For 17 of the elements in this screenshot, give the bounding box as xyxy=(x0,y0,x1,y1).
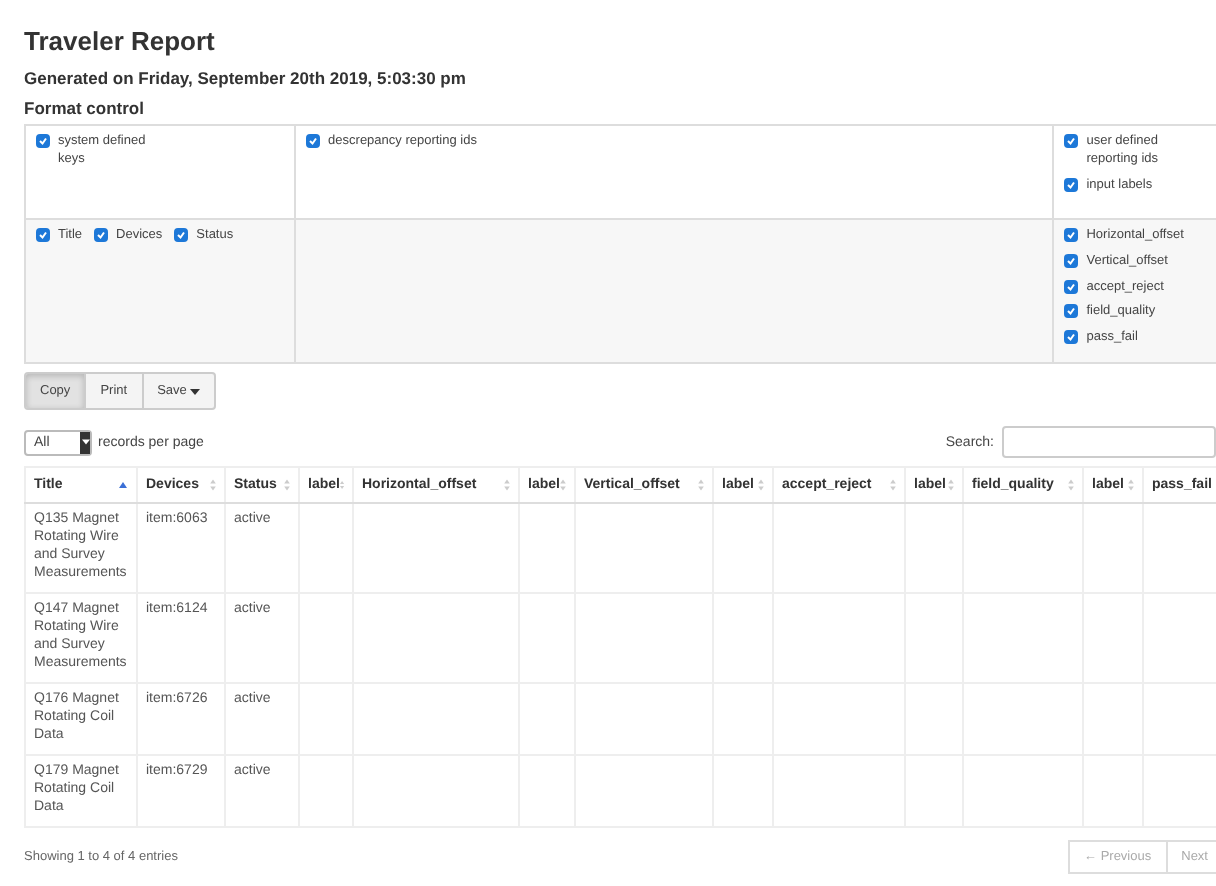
checkbox[interactable] xyxy=(1064,253,1079,268)
checkbox[interactable] xyxy=(1064,177,1079,192)
checkbox[interactable] xyxy=(94,228,109,242)
checkbox[interactable] xyxy=(36,134,50,148)
checkbox[interactable] xyxy=(1064,134,1079,148)
checkbox[interactable] xyxy=(1064,228,1079,242)
checkbox[interactable] xyxy=(174,228,189,242)
checkbox[interactable] xyxy=(36,228,50,242)
page-title: Traveler Report xyxy=(24,26,217,56)
checkbox[interactable] xyxy=(306,134,321,148)
search-field[interactable] xyxy=(1002,426,1216,458)
checkbox[interactable] xyxy=(1064,279,1079,294)
checkbox[interactable] xyxy=(1064,330,1079,345)
section-title: Format control xyxy=(24,98,146,118)
generated-date: Generated on Friday, September 20th 2019, 5:03:30 pm xyxy=(24,68,468,88)
checkbox[interactable] xyxy=(1064,304,1079,319)
caret-icon xyxy=(80,431,90,453)
